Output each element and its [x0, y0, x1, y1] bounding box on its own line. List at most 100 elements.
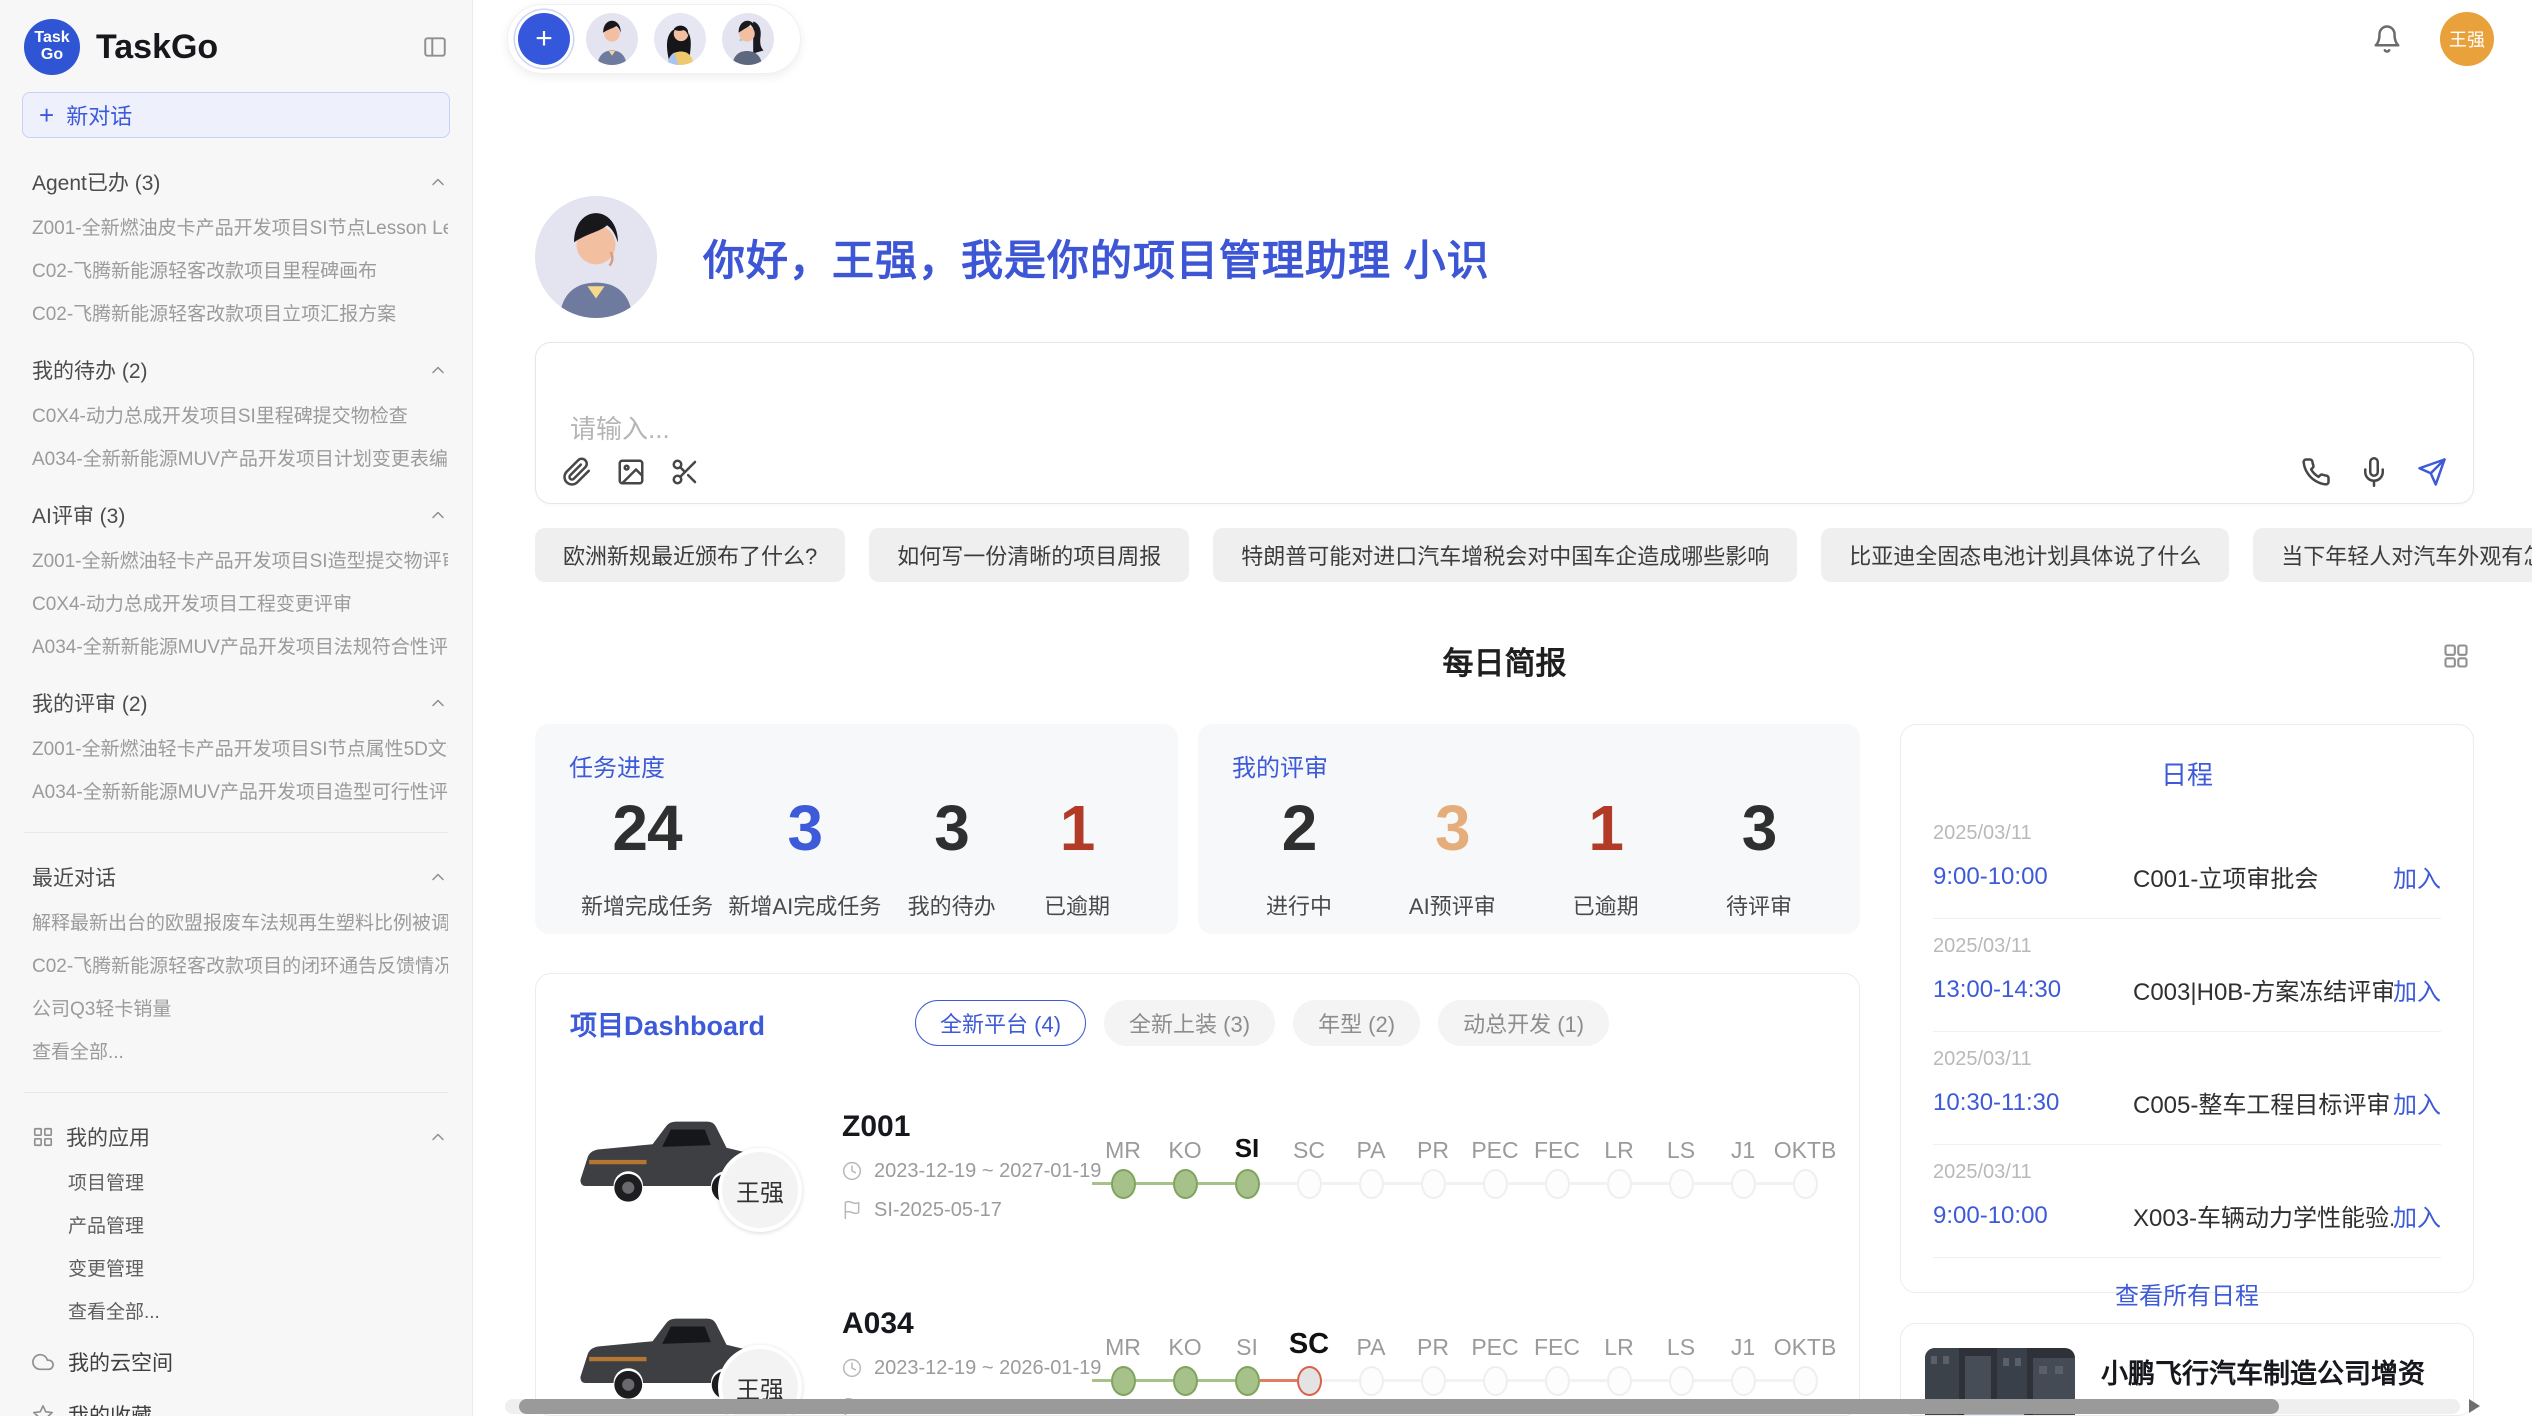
- right-column: 日程 2025/03/11 9:00-10:00 C001-立项审批会 加入: [1900, 724, 2474, 1416]
- join-link[interactable]: 加入: [2393, 972, 2441, 1007]
- dashboard-tab[interactable]: 全新上装 (3): [1104, 1000, 1275, 1046]
- schedule-date: 2025/03/11: [1933, 1161, 2441, 1184]
- app-item[interactable]: 产品管理: [32, 1216, 448, 1238]
- join-link[interactable]: 加入: [2393, 1198, 2441, 1233]
- suggestion-chip[interactable]: 特朗普可能对进口汽车增税会对中国车企造成哪些影响: [1213, 528, 1797, 582]
- sidebar-task-item[interactable]: Z001-全新燃油皮卡产品开发项目SI节点Lesson Learn报告: [32, 218, 448, 240]
- app-item[interactable]: 变更管理: [32, 1259, 448, 1281]
- schedule-list: 2025/03/11 9:00-10:00 C001-立项审批会 加入 2025…: [1933, 806, 2441, 1258]
- suggestion-chip[interactable]: 当下年轻人对汽车外观有怎样的喜好趋势: [2253, 528, 2532, 582]
- milestone: KO: [1154, 1325, 1216, 1401]
- milestone: MR: [1092, 1128, 1154, 1204]
- my-apps-list: 项目管理产品管理变更管理查看全部...: [32, 1173, 448, 1324]
- suggestion-chip[interactable]: 比亚迪全固态电池计划具体说了什么: [1821, 528, 2229, 582]
- recent-chat-item[interactable]: 解释最新出台的欧盟报废车法规再生塑料比例被调至15%...: [32, 913, 448, 935]
- milestone-dot: [1731, 1169, 1756, 1199]
- horizontal-scrollbar[interactable]: [505, 1399, 2460, 1414]
- sidebar-task-item[interactable]: C02-飞腾新能源轻客改款项目里程碑画布: [32, 261, 448, 283]
- user-avatar[interactable]: 王强: [2440, 12, 2494, 66]
- milestone-dot: [1173, 1366, 1198, 1396]
- attachment-icon[interactable]: [562, 457, 592, 487]
- stat-label: 新增完成任务: [581, 889, 713, 921]
- my-review-card: 我的评审 2 进行中 3 AI预评审: [1198, 724, 1860, 934]
- new-chat-button[interactable]: + 新对话: [22, 92, 450, 138]
- milestone-dot: [1297, 1169, 1322, 1199]
- project-code: Z001: [842, 1110, 1092, 1144]
- recent-chats-list: 解释最新出台的欧盟报废车法规再生塑料比例被调至15%... C02-飞腾新能源轻客…: [32, 913, 448, 1064]
- sidebar-task-item[interactable]: C02-飞腾新能源轻客改款项目立项汇报方案: [32, 304, 448, 326]
- voice-call-icon[interactable]: [2301, 457, 2331, 487]
- stat: 2 进行中: [1244, 791, 1354, 921]
- milestone-label: PR: [1417, 1325, 1449, 1361]
- stat-label: 新增AI完成任务: [728, 889, 881, 921]
- sidebar-task-item[interactable]: Z001-全新燃油轻卡产品开发项目SI造型提交物评审: [32, 551, 448, 573]
- sidebar-task-item[interactable]: C0X4-动力总成开发项目SI里程碑提交物检查: [32, 406, 448, 428]
- milestone-dot: [1297, 1366, 1322, 1396]
- milestone-dot: [1235, 1169, 1260, 1199]
- milestone-dot: [1483, 1169, 1508, 1199]
- stat-value: 2: [1244, 791, 1354, 865]
- project-media: 王强: [570, 1106, 830, 1224]
- send-icon[interactable]: [2417, 457, 2447, 487]
- join-link[interactable]: 加入: [2393, 1085, 2441, 1120]
- chat-input-box[interactable]: 请输入...: [535, 342, 2474, 504]
- app-item[interactable]: 查看全部...: [32, 1302, 448, 1324]
- screenshot-scissors-icon[interactable]: [670, 457, 700, 487]
- team-avatar-2[interactable]: [654, 13, 706, 65]
- recent-chat-item[interactable]: 公司Q3轻卡销量: [32, 999, 448, 1021]
- sidebar: Task Go TaskGo + 新对话 Agent已办 (3) Z001-全新…: [0, 0, 473, 1416]
- sidebar-item-cloud-space[interactable]: 我的云空间: [32, 1347, 448, 1377]
- sidebar-item-favorites[interactable]: 我的收藏: [32, 1400, 448, 1416]
- suggestion-chip[interactable]: 欧洲新规最近颁布了什么?: [535, 528, 845, 582]
- add-member-button[interactable]: +: [518, 13, 570, 65]
- milestone-label: LS: [1667, 1325, 1695, 1361]
- chevron-up-icon[interactable]: [428, 693, 448, 713]
- dashboard-tab[interactable]: 全新平台 (4): [915, 1000, 1086, 1046]
- layout-grid-icon[interactable]: [2442, 642, 2470, 670]
- my-review-list: Z001-全新燃油轻卡产品开发项目SI节点属性5D文件评审 A034-全新新能源M…: [32, 739, 448, 804]
- sidebar-body: Agent已办 (3) Z001-全新燃油皮卡产品开发项目SI节点Lesson …: [0, 167, 472, 1416]
- milestone: OKTB: [1774, 1325, 1836, 1401]
- milestone-label: SC: [1289, 1325, 1329, 1361]
- notification-bell-icon[interactable]: [2372, 24, 2402, 54]
- image-upload-icon[interactable]: [616, 457, 646, 487]
- chevron-up-icon[interactable]: [428, 172, 448, 192]
- team-avatar-1[interactable]: [586, 13, 638, 65]
- milestone: LR: [1588, 1128, 1650, 1204]
- greeting-block: 你好，王强，我是你的项目管理助理 小识: [535, 196, 2474, 318]
- collapse-sidebar-icon[interactable]: [422, 34, 448, 60]
- microphone-icon[interactable]: [2359, 457, 2389, 487]
- sidebar-task-item[interactable]: C0X4-动力总成开发项目工程变更评审: [32, 594, 448, 616]
- recent-chat-item[interactable]: C02-飞腾新能源轻客改款项目的闭环通告反馈情况: [32, 956, 448, 978]
- chevron-up-icon[interactable]: [428, 1127, 448, 1147]
- chevron-up-icon[interactable]: [428, 867, 448, 887]
- sidebar-task-item[interactable]: A034-全新新能源MUV产品开发项目法规符合性评审: [32, 637, 448, 659]
- view-all-schedule-link[interactable]: 查看所有日程: [1933, 1258, 2441, 1321]
- stat: 3 新增AI完成任务: [728, 791, 881, 921]
- sidebar-task-item[interactable]: Z001-全新燃油轻卡产品开发项目SI节点属性5D文件评审: [32, 739, 448, 761]
- app-item[interactable]: 项目管理: [32, 1173, 448, 1195]
- stat-value: 1: [1022, 791, 1132, 865]
- team-avatar-3[interactable]: [722, 13, 774, 65]
- scroll-right-arrow-icon[interactable]: [2469, 1399, 2480, 1413]
- chevron-up-icon[interactable]: [428, 505, 448, 525]
- recent-chat-item[interactable]: 查看全部...: [32, 1042, 448, 1064]
- sidebar-task-item[interactable]: A034-全新新能源MUV产品开发项目计划变更表编写: [32, 449, 448, 471]
- dashboard-tab[interactable]: 动总开发 (1): [1438, 1000, 1609, 1046]
- schedule-event-title: C005-整车工程目标评审: [2133, 1085, 2393, 1120]
- scrollbar-thumb[interactable]: [519, 1399, 2279, 1414]
- join-link[interactable]: 加入: [2393, 859, 2441, 894]
- sidebar-task-item[interactable]: A034-全新新能源MUV产品开发项目造型可行性评审: [32, 782, 448, 804]
- chevron-up-icon[interactable]: [428, 360, 448, 380]
- stat: 3 待评审: [1704, 791, 1814, 921]
- project-row-z001[interactable]: 王强 Z001 2023-12-19 ~ 2027-01-19 SI-2025-…: [570, 1088, 1825, 1243]
- milestone: LS: [1650, 1128, 1712, 1204]
- dashboard-tab[interactable]: 年型 (2): [1293, 1000, 1420, 1046]
- milestone-label: FEC: [1534, 1128, 1580, 1164]
- milestone-dot: [1607, 1366, 1632, 1396]
- milestone-timeline: MR KO: [1092, 1325, 1836, 1401]
- suggestion-chip[interactable]: 如何写一份清晰的项目周报: [869, 528, 1189, 582]
- project-row-a034[interactable]: 王强 A034 2023-12-19 ~ 2026-01-19 SC-2025-…: [570, 1285, 1825, 1416]
- schedule-time: 9:00-10:00: [1933, 1202, 2133, 1230]
- agent-done-list: Z001-全新燃油皮卡产品开发项目SI节点Lesson Learn报告 C02-飞…: [32, 218, 448, 326]
